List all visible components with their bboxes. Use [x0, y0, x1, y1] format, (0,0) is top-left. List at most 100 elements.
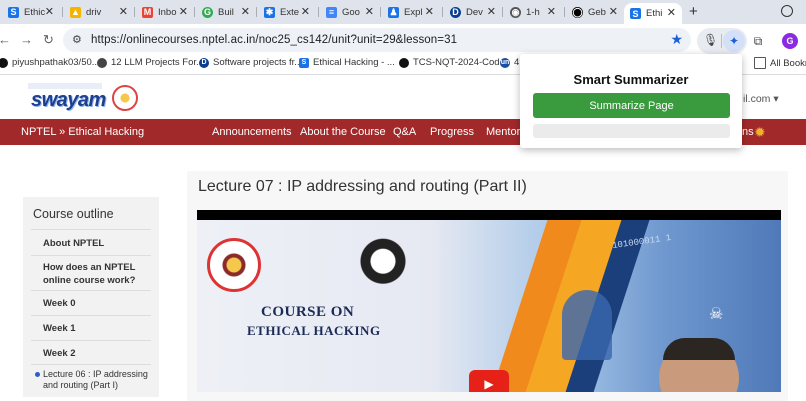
tab-1h[interactable]: ◉ 1-h ✕ [504, 2, 562, 22]
globe-icon [97, 57, 107, 68]
divider [31, 229, 151, 230]
github-icon: ◯ [572, 6, 583, 18]
close-icon[interactable]: ✕ [301, 5, 310, 18]
close-icon[interactable]: ✕ [547, 5, 556, 18]
back-icon[interactable]: ← [0, 32, 11, 47]
nav-about-course[interactable]: About the Course [300, 126, 386, 138]
tab-separator [318, 7, 319, 17]
tab-ethical-hacking-active[interactable]: S Ethi ✕ [624, 3, 682, 24]
tab-separator [194, 7, 195, 17]
close-icon[interactable]: ✕ [45, 5, 54, 18]
outline-item-week-1[interactable]: Week 1 [31, 322, 151, 335]
outline-item-week-2[interactable]: Week 2 [31, 347, 151, 360]
tab-ethical-hacking[interactable]: S Ethic ✕ [2, 2, 60, 22]
nav-partial-item[interactable]: ns [742, 126, 754, 138]
video-course-line-2: ETHICAL HACKING [247, 323, 381, 338]
divider [31, 364, 151, 365]
tab-title: driv [86, 6, 102, 18]
swayam-logo[interactable]: swayam [28, 83, 106, 113]
url-text[interactable]: https://onlinecourses.nptel.ac.in/noc25_… [91, 34, 457, 46]
voice-and-ai-group: 🎙 ✦ [697, 28, 747, 54]
tab-inbox[interactable]: M Inbo ✕ [136, 2, 194, 22]
separator [721, 34, 722, 48]
divider [31, 255, 151, 256]
profile-avatar[interactable]: G [782, 33, 798, 49]
bookmark-item[interactable]: un 4 [500, 57, 519, 68]
tab-google-docs[interactable]: ≡ Goo ✕ [320, 2, 380, 22]
bookmark-item[interactable]: TCS-NQT-2024-Cod... [399, 57, 508, 68]
person-icon: ♟ [388, 6, 399, 18]
outline-item-about-nptel[interactable]: About NPTEL [31, 237, 151, 250]
swayam-favicon-icon: S [8, 6, 19, 18]
address-bar[interactable]: ⚙ https://onlinecourses.nptel.ac.in/noc2… [63, 28, 691, 52]
nav-qa[interactable]: Q&A [393, 126, 416, 138]
close-icon[interactable]: ✕ [609, 5, 618, 18]
docs-icon: ≡ [326, 6, 337, 18]
new-tab-icon[interactable]: + [689, 3, 698, 20]
tab-search-icon[interactable] [781, 5, 793, 17]
gmail-icon: M [142, 6, 153, 18]
bookmark-item[interactable]: S Ethical Hacking - ... [299, 57, 395, 68]
outline-item-week-0[interactable]: Week 0 [31, 297, 151, 310]
close-icon[interactable]: ✕ [425, 5, 434, 18]
tab-build[interactable]: G Buil ✕ [196, 2, 256, 22]
nav-progress[interactable]: Progress [430, 126, 474, 138]
logo-text: swayam [31, 89, 106, 111]
iit-logo-icon [358, 236, 408, 292]
emblem-icon [112, 85, 138, 111]
microphone-icon[interactable]: 🎙 [703, 33, 718, 47]
nav-announcements[interactable]: Announcements [212, 126, 292, 138]
dev-icon: D [450, 6, 461, 18]
bookmark-label: Software projects fr... [213, 57, 303, 68]
openai-icon: ◉ [510, 6, 521, 18]
tab-explore[interactable]: ♟ Expl ✕ [382, 2, 440, 22]
tab-github[interactable]: ◯ Geb ✕ [566, 2, 624, 22]
lecture-title: Lecture 07 : IP addressing and routing (… [198, 178, 527, 195]
close-icon[interactable]: ✕ [119, 5, 128, 18]
close-icon[interactable]: ✕ [667, 6, 676, 19]
swayam-favicon-icon: S [299, 57, 309, 68]
bookmark-star-icon[interactable]: ★ [670, 31, 683, 48]
extensions-icon[interactable]: ⧉ [748, 31, 768, 51]
tab-drive[interactable]: ▲ driv ✕ [64, 2, 134, 22]
course-outline: Course outline About NPTEL How does an N… [23, 197, 159, 397]
summary-output [533, 124, 730, 138]
un-icon: un [500, 57, 510, 68]
close-icon[interactable]: ✕ [241, 5, 250, 18]
lesson-item-lecture-06[interactable]: Lecture 06 : IP addressing and routing (… [35, 369, 153, 391]
all-bookmarks[interactable]: All Bookm [754, 57, 806, 69]
close-icon[interactable]: ✕ [487, 5, 496, 18]
tab-dev[interactable]: D Dev ✕ [444, 2, 502, 22]
puzzle-icon: ✱ [264, 6, 275, 18]
divider [31, 290, 151, 291]
video-player[interactable]: COURSE ON ETHICAL HACKING 101000011 1 ☠ … [197, 210, 781, 392]
drive-icon: ▲ [70, 6, 81, 18]
bookmark-label: TCS-NQT-2024-Cod... [413, 57, 508, 68]
divider [31, 340, 151, 341]
play-button[interactable]: ▶ [469, 370, 509, 392]
close-icon[interactable]: ✕ [179, 5, 188, 18]
video-top-bar [197, 210, 781, 220]
summarize-page-button[interactable]: Summarize Page [533, 93, 730, 118]
account-menu[interactable]: il.com ▾ [743, 93, 779, 105]
bookmark-item[interactable]: 12 LLM Projects For... [97, 57, 204, 68]
presenter-hair [663, 338, 735, 360]
close-icon[interactable]: ✕ [365, 5, 374, 18]
divider [31, 315, 151, 316]
outline-item-how-it-works[interactable]: How does an NPTEL online course work? [31, 261, 151, 287]
swayam-favicon-icon: S [630, 8, 641, 19]
video-course-line-1: COURSE ON [261, 304, 355, 320]
bookmark-item[interactable]: piyushpathak03/50... [0, 57, 100, 68]
reload-icon[interactable]: ↻ [43, 32, 54, 48]
tab-separator [564, 7, 565, 17]
tab-extensions[interactable]: ✱ Exte ✕ [258, 2, 316, 22]
skull-icon: ☠ [709, 306, 724, 323]
nav-mentor[interactable]: Mentor [486, 126, 520, 138]
dev-icon: D [199, 57, 209, 68]
breadcrumb[interactable]: NPTEL » Ethical Hacking [21, 126, 144, 138]
bookmark-label: All Bookm [770, 57, 806, 69]
site-info-icon[interactable]: ⚙ [72, 33, 82, 46]
sparkle-icon[interactable]: ✦ [723, 30, 745, 52]
bookmark-item[interactable]: D Software projects fr... [199, 57, 302, 68]
forward-icon[interactable]: → [20, 32, 33, 47]
